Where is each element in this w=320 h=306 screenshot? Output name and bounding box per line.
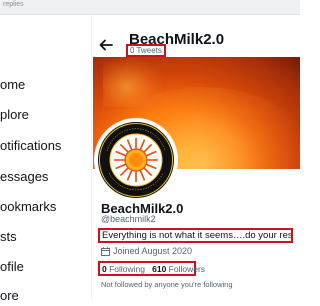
profile-bio: Everything is not what it seems….do your…	[98, 228, 293, 243]
nav-item-label: ome	[0, 77, 26, 92]
sun-badge-icon	[98, 122, 174, 198]
follow-stats: 0 Following 610 Followers	[98, 261, 205, 276]
bio-text: Everything is not what it seems….do your…	[102, 230, 293, 241]
joined-text: Joined August 2020	[113, 246, 193, 256]
followed-by-note: Not followed by anyone you're following	[101, 280, 233, 289]
nav-item-label: otifications	[0, 138, 62, 153]
header-tweet-count: 0 Tweets	[126, 44, 166, 57]
browser-top-strip: replies	[0, 0, 300, 15]
nav-item-notifications[interactable]: otifications	[0, 136, 61, 156]
nav-item-messages[interactable]: essages	[0, 167, 48, 187]
joined-date: Joined August 2020	[101, 246, 192, 256]
following-count: 0	[102, 264, 107, 274]
nav-item-home[interactable]: ome	[0, 75, 25, 95]
nav-item-explore[interactable]: plore	[0, 105, 29, 125]
followers-link[interactable]: 610 Followers	[152, 264, 205, 274]
nav-item-label: ookmarks	[0, 199, 57, 214]
calendar-icon	[101, 247, 110, 256]
following-link[interactable]: 0 Following	[102, 264, 145, 274]
left-nav: ome plore otifications essages ookmarks …	[0, 14, 90, 303]
nav-item-label: plore	[0, 107, 29, 122]
nav-item-profile[interactable]: ofile	[0, 257, 24, 277]
followers-label: Followers	[168, 264, 206, 274]
back-arrow-icon[interactable]	[99, 38, 113, 52]
nav-item-label: ofile	[0, 259, 24, 274]
nav-item-more[interactable]: ore	[0, 286, 19, 306]
nav-item-lists[interactable]: sts	[0, 227, 17, 247]
nav-item-bookmarks[interactable]: ookmarks	[0, 197, 56, 217]
top-strip-text: replies	[3, 1, 24, 8]
column-divider	[91, 14, 92, 300]
profile-handle: @beachmilk2	[101, 214, 156, 224]
nav-item-label: sts	[0, 229, 17, 244]
nav-item-label: ore	[0, 288, 19, 303]
avatar[interactable]	[94, 118, 178, 202]
following-label: Following	[109, 264, 146, 274]
nav-item-label: essages	[0, 169, 49, 184]
followers-count: 610	[152, 264, 167, 274]
